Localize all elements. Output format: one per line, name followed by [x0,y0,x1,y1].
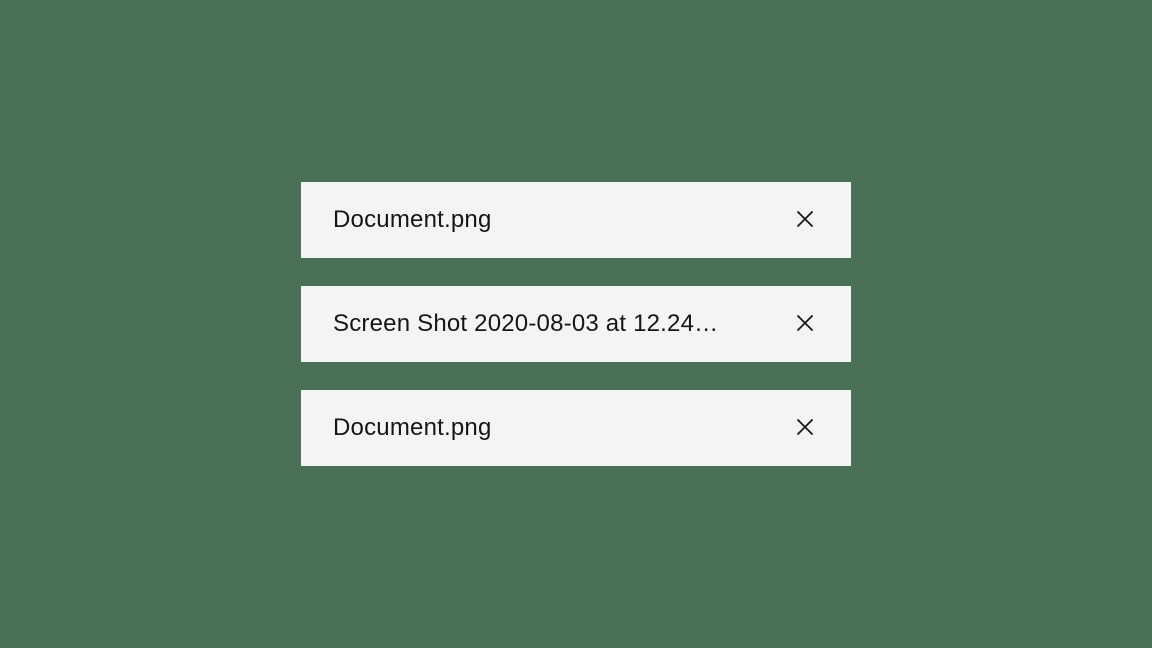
file-name: Document.png [333,206,771,234]
file-name: Screen Shot 2020-08-03 at 12.24… [333,310,771,338]
close-icon [795,417,815,440]
close-icon [795,313,815,336]
remove-file-button[interactable] [787,409,823,448]
remove-file-button[interactable] [787,201,823,240]
file-item: Document.png [301,390,851,466]
file-item: Document.png [301,182,851,258]
file-name: Document.png [333,414,771,442]
file-item: Screen Shot 2020-08-03 at 12.24… [301,286,851,362]
remove-file-button[interactable] [787,305,823,344]
file-list: Document.png Screen Shot 2020-08-03 at 1… [301,182,851,466]
close-icon [795,209,815,232]
